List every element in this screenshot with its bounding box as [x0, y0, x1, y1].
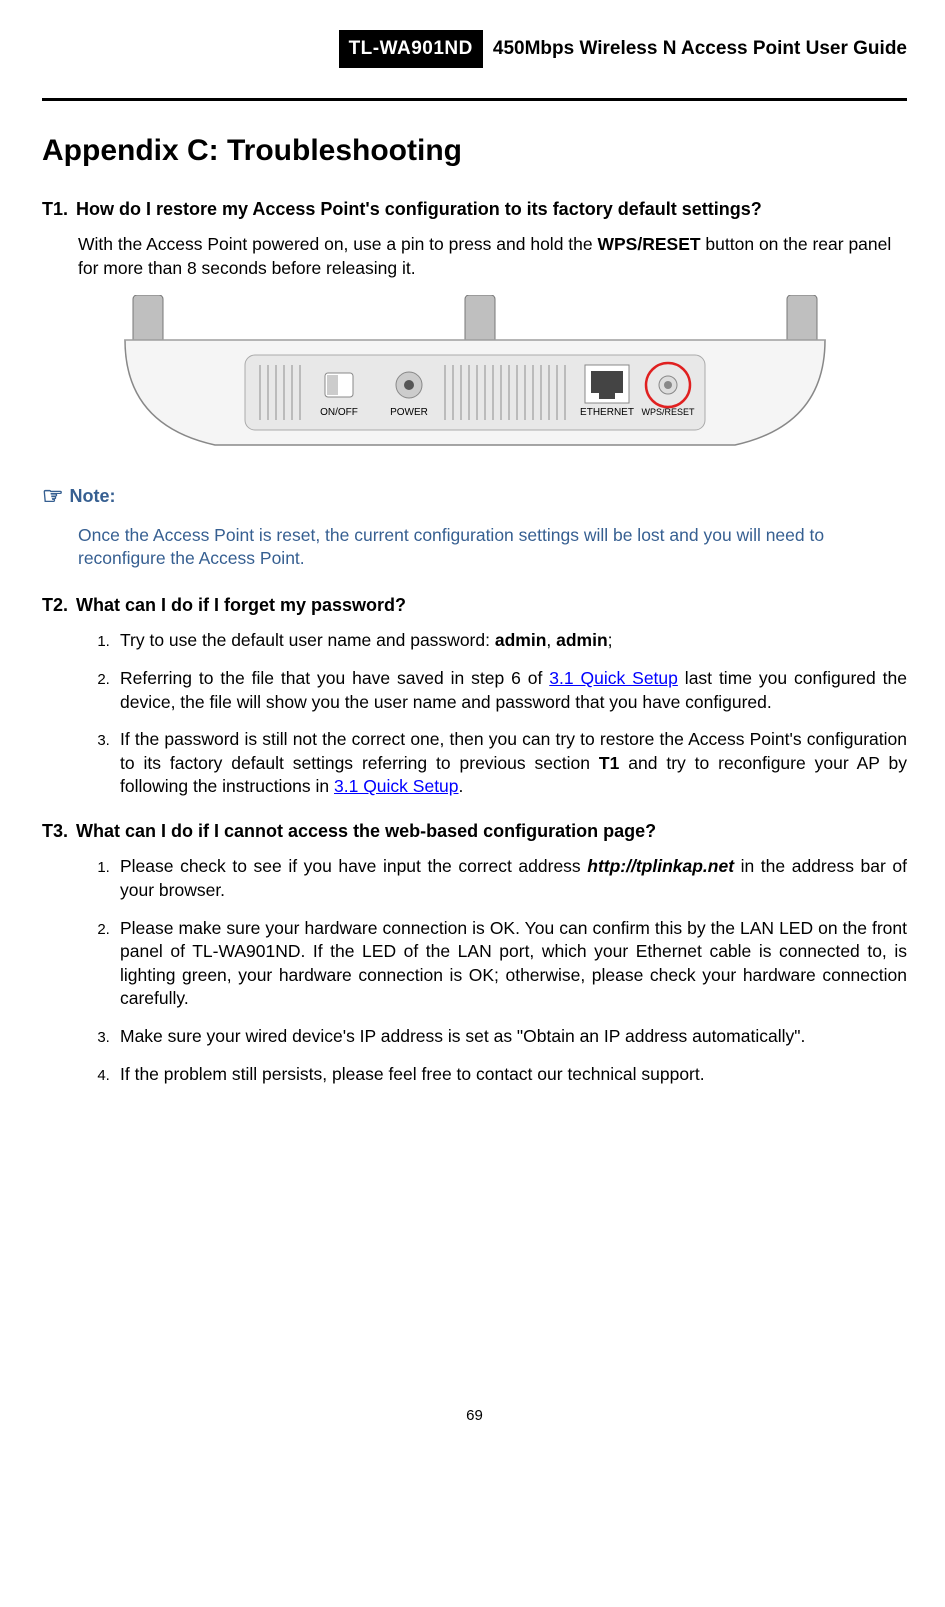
page-number: 69 — [42, 1406, 907, 1446]
t2-heading: T2.What can I do if I forget my password… — [42, 593, 907, 617]
t3-heading: T3.What can I do if I cannot access the … — [42, 819, 907, 843]
t2-i1-b2: admin — [556, 630, 608, 650]
quick-setup-link-2[interactable]: 3.1 Quick Setup — [334, 776, 459, 796]
t2-i2-a: Referring to the file that you have save… — [120, 668, 549, 688]
t1-num: T1. — [42, 197, 76, 221]
t1-question: How do I restore my Access Point's confi… — [76, 199, 762, 219]
note-label: Note: — [70, 486, 116, 506]
t3-question: What can I do if I cannot access the web… — [76, 821, 656, 841]
appendix-title: Appendix C: Troubleshooting — [42, 131, 907, 172]
page-header: TL-WA901ND 450Mbps Wireless N Access Poi… — [339, 30, 907, 68]
t2-list: Try to use the default user name and pas… — [78, 629, 907, 799]
t3-num: T3. — [42, 819, 76, 843]
t3-block: T3.What can I do if I cannot access the … — [42, 819, 907, 1086]
t2-item-2: Referring to the file that you have save… — [114, 667, 907, 714]
wpsreset-label: WPS/RESET — [641, 407, 695, 417]
t2-i1-b1: admin — [495, 630, 547, 650]
note-text: Once the Access Point is reset, the curr… — [78, 524, 907, 571]
t2-question: What can I do if I forget my password? — [76, 595, 406, 615]
t2-num: T2. — [42, 593, 76, 617]
device-rear-panel-figure: ON/OFF POWER ETHERNET WPS/RESET — [115, 295, 835, 462]
t2-i1-d: ; — [608, 630, 613, 650]
header-model: TL-WA901ND — [339, 30, 483, 68]
t2-block: T2.What can I do if I forget my password… — [42, 593, 907, 799]
t1-heading: T1.How do I restore my Access Point's co… — [42, 197, 907, 221]
note-heading: ☞ Note: — [42, 481, 907, 513]
t2-item-3: If the password is still not the correct… — [114, 728, 907, 799]
t2-i3-c: . — [459, 776, 464, 796]
t3-item-1: Please check to see if you have input th… — [114, 855, 907, 902]
t3-i1-a: Please check to see if you have input th… — [120, 856, 587, 876]
pointing-hand-icon: ☞ — [42, 481, 64, 513]
t2-i1-a: Try to use the default user name and pas… — [120, 630, 495, 650]
t3-list: Please check to see if you have input th… — [78, 855, 907, 1086]
t1-intro-a: With the Access Point powered on, use a … — [78, 234, 597, 254]
t2-i1-c: , — [546, 630, 556, 650]
ethernet-label: ETHERNET — [580, 407, 634, 418]
t3-item-4: If the problem still persists, please fe… — [114, 1063, 907, 1087]
onoff-label: ON/OFF — [320, 407, 358, 418]
t1-intro: With the Access Point powered on, use a … — [78, 233, 907, 280]
header-title: 450Mbps Wireless N Access Point User Gui… — [483, 30, 907, 68]
t1-intro-bold: WPS/RESET — [597, 234, 700, 254]
t3-i1-url: http://tplinkap.net — [587, 856, 734, 876]
quick-setup-link-1[interactable]: 3.1 Quick Setup — [549, 668, 678, 688]
power-label: POWER — [390, 407, 428, 418]
t3-item-3: Make sure your wired device's IP address… — [114, 1025, 907, 1049]
t1-block: T1.How do I restore my Access Point's co… — [42, 197, 907, 461]
t3-item-2: Please make sure your hardware connectio… — [114, 917, 907, 1012]
t2-item-1: Try to use the default user name and pas… — [114, 629, 907, 653]
t2-i3-bold: T1 — [599, 753, 619, 773]
